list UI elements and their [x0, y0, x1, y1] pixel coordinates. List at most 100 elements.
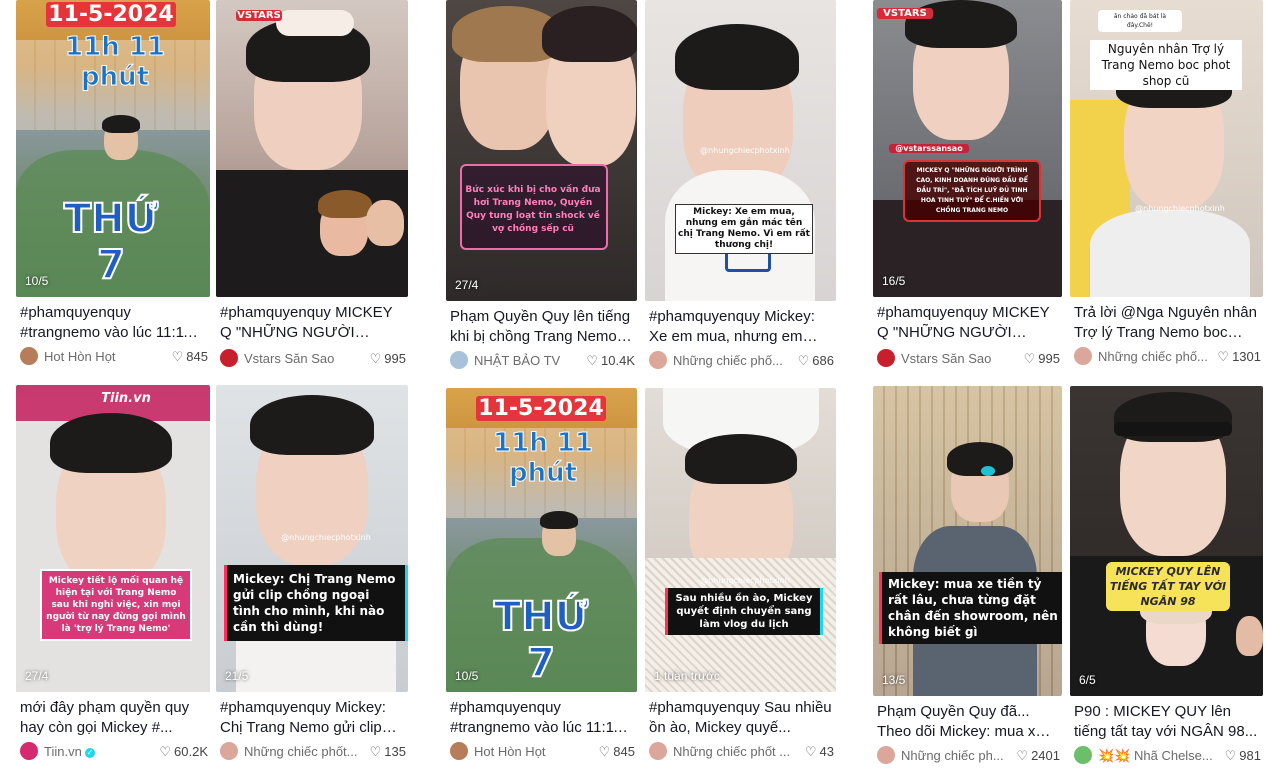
heart-icon: ♡ [369, 744, 382, 759]
video-card[interactable]: Bức xúc khi bị cho vấn đưa hơi Trang Nem… [446, 0, 637, 375]
post-date: 27/4 [455, 278, 479, 292]
like-count: ♡ 60.2K [159, 744, 208, 759]
channel-logo: VSTARS [877, 8, 933, 19]
video-card[interactable]: @nhungchiecphotxinh Sau nhiều ồn ào, Mic… [645, 388, 836, 770]
video-caption[interactable]: Phạm Quyền Quy lên tiếng khi bị chồng Tr… [450, 307, 633, 347]
video-caption[interactable]: Trả lời @Nga Nguyên nhân Trợ lý Trang Ne… [1074, 303, 1259, 343]
video-caption[interactable]: #phamquyenquy MICKEY Q "NHỮNG NGƯỜI TRÌN… [877, 303, 1058, 343]
reply-bubble: ăn chảo đã bát là đây.Chê! [1098, 10, 1182, 32]
post-date: 21/5 [225, 669, 249, 683]
author-name[interactable]: Những chiếc phố... [1098, 349, 1208, 364]
video-caption[interactable]: mới đây phạm quyền quy hay còn gọi Micke… [20, 698, 206, 738]
video-card[interactable]: ăn chảo đã bát là đây.Chê! Nguyên nhân T… [1070, 0, 1263, 375]
author-name[interactable]: Những chiếc phốt... [244, 744, 358, 759]
video-thumbnail[interactable]: Mickey: mua xe tiền tỷ rất lâu, chưa từn… [873, 386, 1062, 696]
post-date: 10/5 [25, 274, 49, 288]
video-card[interactable]: Tiin.vn Mickey tiết lộ mối quan hệ hiện … [16, 385, 210, 770]
like-count: ♡ 43 [804, 744, 834, 759]
watermark-handle: @nhungchiecphotxinh [700, 576, 790, 585]
video-card[interactable]: @nhungchiecphotxinh Mickey: Chị Trang Ne… [216, 385, 408, 770]
author-name[interactable]: Vstars Săn Sao [901, 351, 991, 366]
author-avatar[interactable] [20, 742, 38, 760]
post-date: 6/5 [1079, 673, 1096, 687]
like-count: ♡ 995 [369, 351, 406, 366]
video-thumbnail[interactable]: Tiin.vn Mickey tiết lộ mối quan hệ hiện … [16, 385, 210, 692]
author-avatar[interactable] [20, 347, 38, 365]
author-avatar[interactable] [450, 742, 468, 760]
video-overlay-text: Mickey: Xe em mua, nhưng em gắn mác tên … [675, 204, 813, 254]
like-count: ♡ 10.4K [586, 353, 635, 368]
video-caption[interactable]: #phamquyenquy Mickey: Xe em mua, nhưng e… [649, 307, 832, 347]
weekday-text: THỨ 7 [493, 593, 589, 687]
video-caption[interactable]: #phamquyenquy #trangnemo vào lúc 11:11 .… [20, 303, 206, 343]
like-count: ♡ 1301 [1217, 349, 1261, 364]
post-date: 10/5 [455, 669, 479, 683]
video-caption[interactable]: #phamquyenquy #trangnemo vào lúc 11:11 .… [450, 698, 633, 738]
video-caption[interactable]: #phamquyenquy Sau nhiều ồn ào, Mickey qu… [649, 698, 832, 738]
author-name[interactable]: Hot Hòn Họt [474, 744, 546, 759]
watermark-handle: @nhungchiecphotxinh [281, 533, 371, 542]
video-thumbnail[interactable]: @nhungchiecphotxinh Sau nhiều ồn ào, Mic… [645, 388, 836, 692]
author-name[interactable]: Những chiếc phốt ... [673, 744, 790, 759]
author-avatar[interactable] [649, 351, 667, 369]
video-thumbnail[interactable]: @nhungchiecphotxinh Mickey: Chị Trang Ne… [216, 385, 408, 692]
video-card[interactable]: 11-5-2024 11h 11 phút THỨ 7 10/5 #phamqu… [446, 388, 637, 770]
author-avatar[interactable] [877, 746, 895, 764]
video-card[interactable]: VSTARS #phamquyenquy MICKEY Q "NHỮNG NGƯ… [216, 0, 408, 375]
video-caption[interactable]: #phamquyenquy MICKEY Q "NHỮNG NGƯỜI TRÌN… [220, 303, 404, 343]
like-count: ♡ 845 [171, 349, 208, 364]
video-caption[interactable]: P90 : MICKEY QUY lên tiếng tất tay với N… [1074, 702, 1259, 742]
video-card[interactable]: MICKEY QUY LÊN TIẾNG TẤT TAY VỚI NGÂN 98… [1070, 386, 1263, 770]
video-thumbnail[interactable]: VSTARS [216, 0, 408, 297]
author-avatar[interactable] [649, 742, 667, 760]
heart-icon: ♡ [1023, 351, 1036, 366]
weekday-text: THỨ 7 [63, 195, 159, 289]
video-overlay-text: Mickey tiết lộ mối quan hệ hiện tại với … [40, 569, 192, 641]
heart-icon: ♡ [586, 353, 599, 368]
post-date: 16/5 [882, 274, 906, 288]
heart-icon: ♡ [1016, 748, 1029, 763]
author-name[interactable]: NHẬT BẢO TV [474, 353, 560, 368]
video-thumbnail[interactable]: Bức xúc khi bị cho vấn đưa hơi Trang Nem… [446, 0, 637, 301]
author-name[interactable]: Những chiếc ph... [901, 748, 1004, 763]
video-card[interactable]: Mickey: mua xe tiền tỷ rất lâu, chưa từn… [873, 386, 1062, 770]
video-thumbnail[interactable]: @nhungchiecphotxinh Mickey: Xe em mua, n… [645, 0, 836, 301]
date-banner: 11-5-2024 [476, 396, 606, 421]
author-avatar[interactable] [1074, 347, 1092, 365]
watermark-handle: @nhungchiecphotxinh [700, 146, 790, 155]
video-card[interactable]: 11-5-2024 11h 11 phút THỨ 7 10/5 #phamqu… [16, 0, 210, 375]
video-thumbnail[interactable]: MICKEY QUY LÊN TIẾNG TẤT TAY VỚI NGÂN 98… [1070, 386, 1263, 696]
like-count: ♡ 686 [797, 353, 834, 368]
author-avatar[interactable] [450, 351, 468, 369]
video-overlay-text: MICKEY QUY LÊN TIẾNG TẤT TAY VỚI NGÂN 98 [1106, 562, 1230, 611]
time-banner: 11h 11 phút [493, 428, 594, 489]
video-thumbnail[interactable]: 11-5-2024 11h 11 phút THỨ 7 10/5 [16, 0, 210, 297]
watermark-handle: @nhungchiecphotxinh [1135, 204, 1225, 213]
video-thumbnail[interactable]: 11-5-2024 11h 11 phút THỨ 7 10/5 [446, 388, 637, 692]
author-name[interactable]: Vstars Săn Sao [244, 351, 334, 366]
verified-badge-icon: ✓ [84, 747, 95, 758]
author-name[interactable]: Những chiếc phố... [673, 353, 783, 368]
video-card[interactable]: @nhungchiecphotxinh Mickey: Xe em mua, n… [645, 0, 836, 375]
time-banner: 11h 11 phút [65, 32, 166, 93]
video-thumbnail[interactable]: VSTARS @vstarssansao MICKEY Q "NHỮNG NGƯ… [873, 0, 1062, 297]
video-overlay-text: MICKEY Q "NHỮNG NGƯỜI TRÌNH CAO, KINH DO… [903, 160, 1041, 222]
author-avatar[interactable] [1074, 746, 1092, 764]
author-avatar[interactable] [220, 742, 238, 760]
video-caption[interactable]: #phamquyenquy Mickey: Chị Trang Nemo gửi… [220, 698, 404, 738]
video-card[interactable]: VSTARS @vstarssansao MICKEY Q "NHỮNG NGƯ… [873, 0, 1062, 375]
author-avatar[interactable] [877, 349, 895, 367]
author-name[interactable]: Tiin.vn ✓ [44, 744, 95, 759]
author-avatar[interactable] [220, 349, 238, 367]
heart-icon: ♡ [797, 353, 810, 368]
video-overlay-text: Bức xúc khi bị cho vấn đưa hơi Trang Nem… [465, 185, 601, 234]
video-thumbnail[interactable]: ăn chảo đã bát là đây.Chê! Nguyên nhân T… [1070, 0, 1263, 297]
author-name[interactable]: Hot Hòn Họt [44, 349, 116, 364]
heart-icon: ♡ [1224, 748, 1237, 763]
like-count: ♡ 845 [598, 744, 635, 759]
like-count: ♡ 2401 [1016, 748, 1060, 763]
author-name[interactable]: 💥💥 Nhã Chelse... [1098, 748, 1213, 764]
video-caption[interactable]: Phạm Quyền Quy đã... Theo dõi Mickey: mu… [877, 702, 1058, 742]
video-overlay-text: Nguyên nhân Trợ lý Trang Nemo boc phot s… [1090, 40, 1242, 90]
heart-icon: ♡ [804, 744, 817, 759]
